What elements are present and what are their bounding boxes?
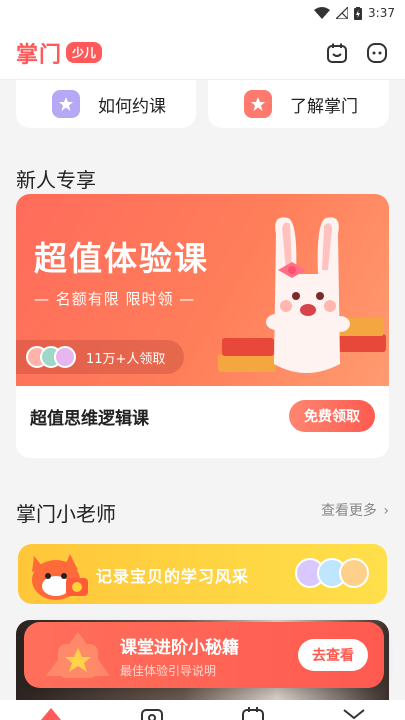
signal-off-icon [336, 7, 349, 19]
bunny-mascot-illustration [218, 217, 386, 373]
trial-course-banner[interactable]: 超值体验课 — 名额有限 限时领 — 11万+人领取 [16, 194, 389, 386]
quick-link-booking[interactable]: 如何约课 [16, 80, 196, 128]
logo-text: 掌门 [16, 42, 63, 68]
camera-tab-icon[interactable] [132, 700, 172, 720]
class-tips-toast[interactable]: 课堂进阶小秘籍 最佳体验引导说明 去查看 [24, 622, 384, 688]
new-user-card[interactable]: 超值体验课 — 名额有限 限时领 — 11万+人领取 超值思维逻辑课 免费领取 [16, 194, 389, 458]
avatar [339, 558, 369, 588]
chevron-right-icon: › [383, 503, 389, 519]
quick-link-label: 如何约课 [98, 96, 166, 117]
clock-time: 3:37 [368, 6, 395, 20]
fox-camera-illustration [32, 554, 88, 600]
view-more-link[interactable]: 查看更多 › [321, 500, 389, 520]
battery-charging-icon [354, 6, 363, 20]
avatar-group [26, 346, 76, 368]
wifi-icon [314, 7, 331, 19]
view-tips-button[interactable]: 去查看 [298, 639, 368, 671]
participants-pill: 11万+人领取 [16, 340, 184, 374]
calendar-tab-icon[interactable] [233, 700, 273, 720]
quick-link-about[interactable]: 了解掌门 [208, 80, 389, 128]
view-more-label: 查看更多 [320, 503, 377, 519]
star-badge-icon [244, 90, 272, 118]
banner-title: 超值体验课 [34, 239, 209, 278]
participants-count: 11万+人领取 [86, 351, 166, 367]
app-header: 掌门 少儿 [0, 26, 405, 80]
quick-link-label: 了解掌门 [290, 96, 358, 117]
logo-badge: 少儿 [66, 42, 103, 63]
mail-tab-icon[interactable] [334, 700, 374, 720]
star-book-icon [52, 90, 80, 118]
avatar-group [295, 558, 369, 588]
record-banner-text: 记录宝贝的学习风采 [96, 567, 250, 586]
chat-face-icon[interactable] [365, 41, 389, 65]
free-claim-button[interactable]: 免费领取 [289, 400, 375, 432]
toast-subtitle: 最佳体验引导说明 [120, 664, 217, 678]
new-user-section-title: 新人专享 [16, 168, 96, 192]
star-icon [46, 632, 110, 678]
course-name: 超值思维逻辑课 [30, 409, 149, 429]
toast-title: 课堂进阶小秘籍 [120, 638, 239, 658]
app-logo: 掌门 少儿 [16, 37, 103, 69]
home-tab-icon[interactable] [31, 700, 71, 720]
status-bar: 3:37 [0, 0, 405, 26]
calendar-smile-icon[interactable] [325, 41, 349, 65]
record-learning-banner[interactable]: 记录宝贝的学习风采 [18, 544, 387, 604]
banner-subtitle: — 名额有限 限时领 — [34, 290, 196, 308]
avatar [54, 346, 76, 368]
bottom-tab-bar [0, 700, 405, 720]
teachers-section-title: 掌门小老师 [16, 502, 116, 526]
